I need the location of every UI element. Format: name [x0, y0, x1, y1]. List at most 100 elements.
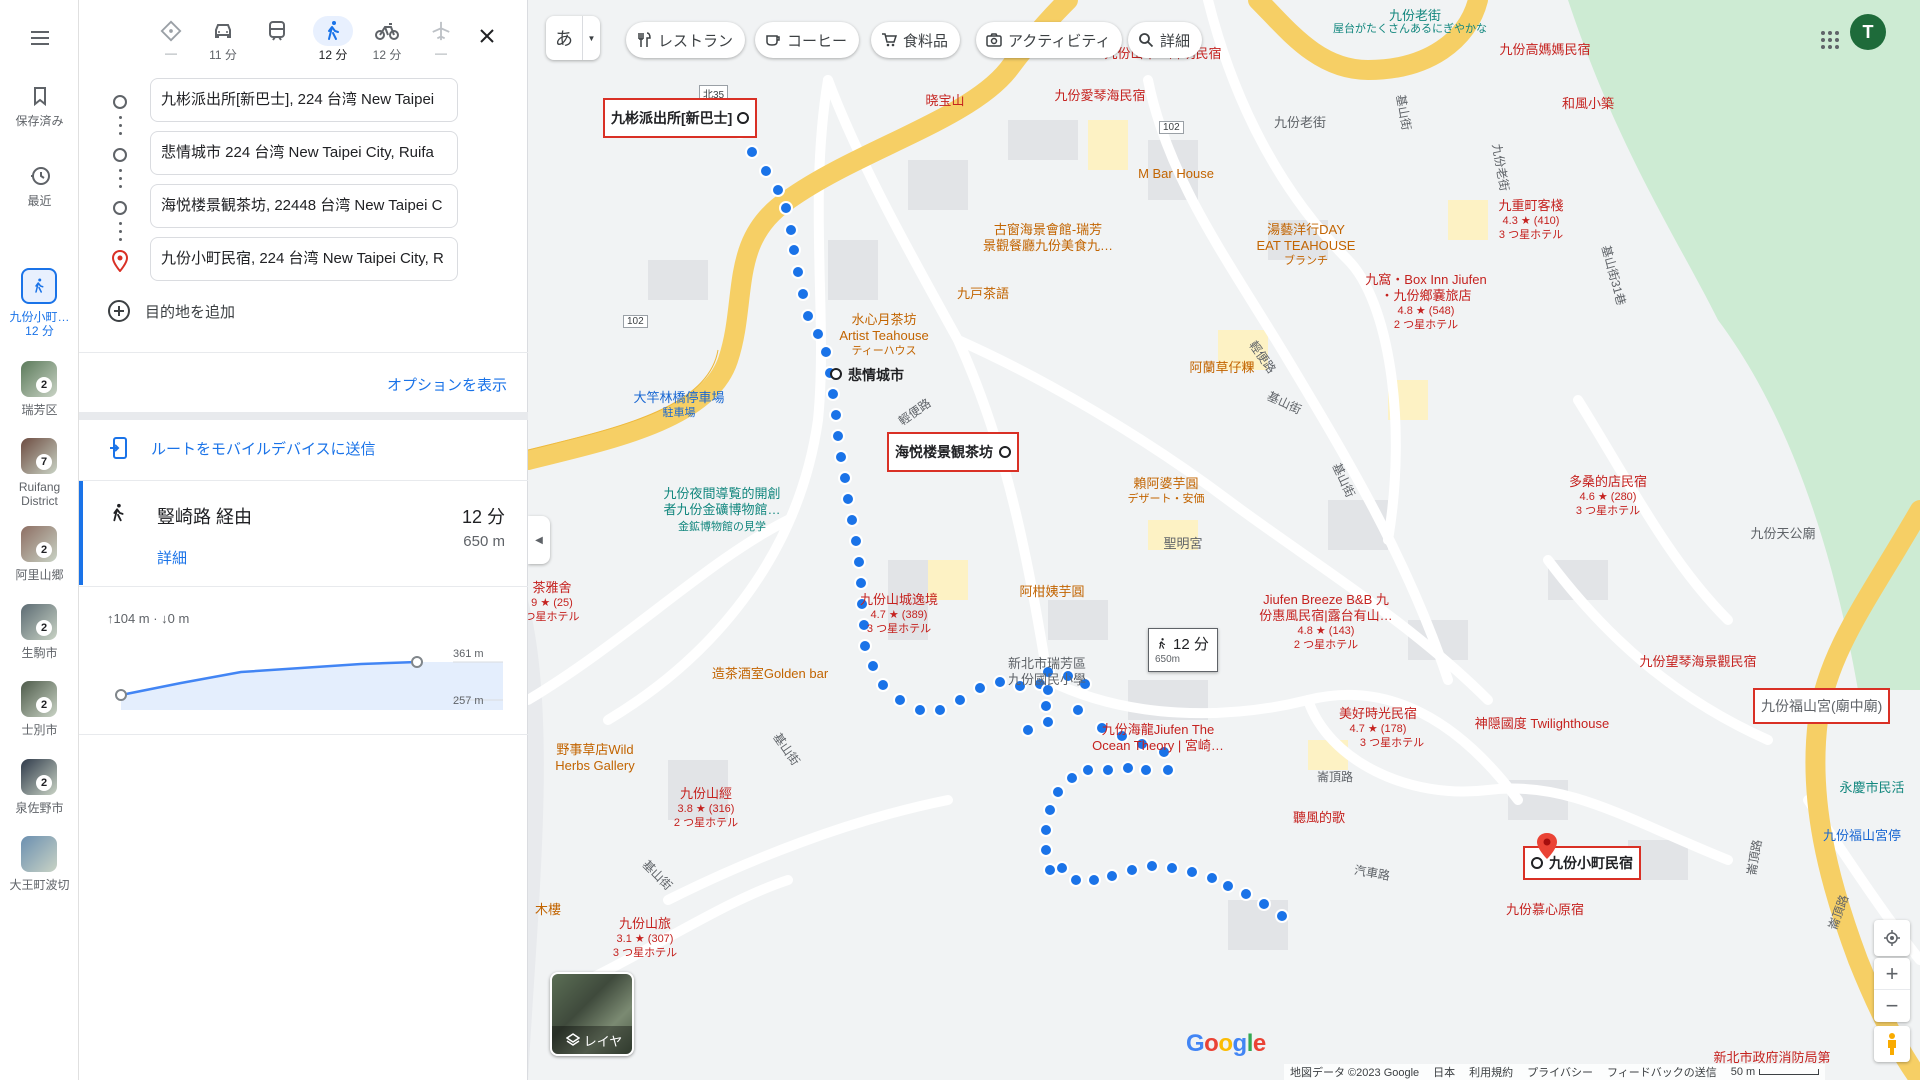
map-poi-label[interactable]: 九份高媽媽民宿: [1499, 42, 1590, 57]
map-poi-label[interactable]: 和風小築: [1562, 96, 1614, 111]
map-poi-label[interactable]: 景觀餐廳九份美食九…: [983, 238, 1113, 253]
map-poi-label[interactable]: 3 つ星ホテル: [1499, 228, 1563, 243]
saved-button[interactable]: 保存済み: [0, 84, 79, 129]
account-avatar[interactable]: T: [1850, 14, 1886, 50]
map-poi-label[interactable]: 4.8 ★ (143): [1298, 624, 1355, 639]
collapse-panel-button[interactable]: ◀: [528, 516, 550, 564]
recent-place-thumb[interactable]: 2: [21, 759, 57, 795]
map-poi-label[interactable]: 九份夜間導覧的開創: [663, 486, 780, 501]
map-poi-label[interactable]: 新北市瑞芳區: [1008, 656, 1086, 671]
map-poi-label[interactable]: 九份慕心原宿: [1506, 902, 1584, 917]
input-tools-button[interactable]: あ ▼: [546, 16, 600, 60]
recent-place-label[interactable]: 大王町波切: [0, 878, 79, 892]
map-poi-label[interactable]: 古窗海景會館-瑞芳: [994, 222, 1102, 237]
map-poi-label[interactable]: EAT TEAHOUSE: [1257, 238, 1356, 253]
map-poi-label[interactable]: 3.8 ★ (316): [678, 802, 735, 817]
map-poi-label[interactable]: 野事草店Wild: [556, 742, 633, 757]
waypoint-input-destination[interactable]: 九份小町民宿, 224 台湾 New Taipei City, R: [150, 237, 458, 281]
footer-scale[interactable]: 50 m: [1731, 1064, 1820, 1080]
recent-place-thumb[interactable]: [21, 836, 57, 872]
zoom-in-button[interactable]: +: [1874, 958, 1910, 990]
send-to-mobile-button[interactable]: ルートをモバイルデバイスに送信: [107, 436, 376, 460]
apps-button[interactable]: [1810, 20, 1850, 60]
close-directions-button[interactable]: [473, 22, 501, 50]
map-poi-label[interactable]: 九份國民小學: [1008, 672, 1086, 687]
map-poi-label[interactable]: Herbs Gallery: [555, 758, 634, 773]
map-poi-label[interactable]: 九窩・Box Inn Jiufen: [1365, 272, 1486, 287]
menu-button[interactable]: [0, 26, 79, 50]
marker-stop1-label[interactable]: 悲情城市: [848, 365, 904, 385]
map-poi-label[interactable]: 九份山旅: [619, 916, 671, 931]
recent-place-thumb[interactable]: 2: [21, 681, 57, 717]
mode-car[interactable]: 11 分: [201, 16, 245, 63]
map-poi-label[interactable]: 造茶酒室Golden bar: [712, 666, 828, 681]
recent-place-thumb[interactable]: 7: [21, 438, 57, 474]
recent-place-label[interactable]: 瑞芳区: [0, 403, 79, 417]
waypoint-input-2[interactable]: 悲情城市 224 台湾 New Taipei City, Ruifa: [150, 131, 458, 175]
footer-terms[interactable]: 利用規約: [1469, 1064, 1513, 1080]
map-poi-label[interactable]: 大竿林橋停車場: [633, 390, 724, 405]
map-poi-label[interactable]: 美好時光民宿: [1339, 706, 1417, 721]
recent-place-label[interactable]: Ruifang District: [0, 480, 79, 508]
mode-best[interactable]: —: [149, 16, 193, 60]
route-card[interactable]: 豎崎路 経由 12 分 650 m 詳細: [79, 481, 528, 585]
map-poi-label[interactable]: 9 ★ (25): [531, 596, 573, 611]
layers-button[interactable]: レイヤ: [550, 972, 634, 1056]
my-location-button[interactable]: [1874, 920, 1910, 956]
walk-time-badge[interactable]: 12 分 650m: [1148, 628, 1218, 672]
map-poi-label[interactable]: 九份山城逸境: [860, 592, 938, 607]
map-poi-label[interactable]: 阿柑姨芋圓: [1019, 584, 1084, 599]
map-poi-label[interactable]: 九份望琴海景觀民宿: [1639, 654, 1756, 669]
map-poi-label[interactable]: ブランチ: [1284, 254, 1328, 269]
map-poi-label[interactable]: 九份山經: [680, 786, 732, 801]
chip-groceries[interactable]: 食料品: [871, 22, 961, 58]
recent-place-label[interactable]: 阿里山郷: [0, 568, 79, 582]
map-poi-label[interactable]: 九份愛琴海民宿: [1054, 88, 1145, 103]
add-destination-button[interactable]: 目的地を追加: [107, 299, 235, 323]
chip-restaurants[interactable]: レストラン: [626, 22, 746, 58]
map-poi-label[interactable]: 金鉱博物館の見学: [678, 520, 766, 535]
mode-transit[interactable]: [255, 16, 299, 46]
map-poi-label[interactable]: 3 つ星ホテル: [613, 946, 677, 961]
route-details-link[interactable]: 詳細: [157, 547, 187, 568]
map-poi-label[interactable]: 4.7 ★ (389): [871, 608, 928, 623]
recent-place-label[interactable]: 泉佐野市: [0, 801, 79, 815]
mode-bicycle[interactable]: 12 分: [365, 16, 409, 63]
map-poi-label[interactable]: 木樓: [535, 902, 561, 917]
mode-flight[interactable]: —: [419, 16, 463, 60]
marker-highlight-label[interactable]: 九份福山宮(廟中廟): [1753, 688, 1891, 724]
mode-walking[interactable]: 12 分: [311, 16, 355, 63]
recent-place-label[interactable]: 生駒市: [0, 646, 79, 660]
footer-region[interactable]: 日本: [1433, 1064, 1455, 1080]
map-poi-label[interactable]: 九份天公廟: [1750, 526, 1815, 541]
map-poi-label[interactable]: 4.3 ★ (410): [1503, 214, 1560, 229]
map-poi-label[interactable]: 九重町客棧: [1498, 198, 1563, 213]
map-poi-label[interactable]: 2 つ星ホテル: [1294, 638, 1358, 653]
map-poi-label[interactable]: 九份老街: [1274, 115, 1326, 130]
map-poi-label[interactable]: デザート・安価: [1128, 492, 1205, 507]
pegman-button[interactable]: [1874, 1026, 1910, 1062]
recent-button[interactable]: 最近: [0, 164, 79, 209]
map-poi-label[interactable]: 茶雅舍: [532, 580, 571, 595]
map-poi-label[interactable]: 2 つ星ホテル: [1394, 318, 1458, 333]
map-poi-label[interactable]: 永慶市民活: [1839, 780, 1904, 795]
chip-coffee[interactable]: コーヒー: [755, 22, 860, 58]
marker-start-label[interactable]: 九彬派出所[新巴士]: [603, 98, 758, 138]
footer-privacy[interactable]: プライバシー: [1527, 1064, 1593, 1080]
recent-place-label[interactable]: 士別市: [0, 723, 79, 737]
map-poi-label[interactable]: 阿蘭草仔粿: [1189, 360, 1254, 375]
marker-stop2-label[interactable]: 海悦楼景観茶坊: [887, 432, 1019, 472]
waypoint-input-3[interactable]: 海悦楼景観茶坊, 22448 台湾 New Taipei C: [150, 184, 458, 228]
map-poi-label[interactable]: 3 つ星ホテル: [1360, 736, 1424, 751]
map-poi-label[interactable]: 賴阿婆芋圓: [1133, 476, 1198, 491]
map-poi-label[interactable]: 4.6 ★ (280): [1580, 490, 1637, 505]
map-poi-label[interactable]: Artist Teahouse: [839, 328, 928, 343]
zoom-out-button[interactable]: −: [1874, 990, 1910, 1022]
map-poi-label[interactable]: 九份老街: [1389, 8, 1441, 23]
map-poi-label[interactable]: 神隠國度 Twilighthouse: [1475, 716, 1609, 731]
map-poi-label[interactable]: 九份海龍Jiufen The: [1102, 722, 1214, 737]
map-poi-label[interactable]: Ocean Theory | 宮崎…: [1092, 738, 1224, 753]
map-poi-label[interactable]: 份惠風民宿|露台有山…: [1259, 608, 1392, 623]
active-route-button[interactable]: [21, 268, 57, 304]
footer-feedback[interactable]: フィードバックの送信: [1607, 1064, 1717, 1080]
